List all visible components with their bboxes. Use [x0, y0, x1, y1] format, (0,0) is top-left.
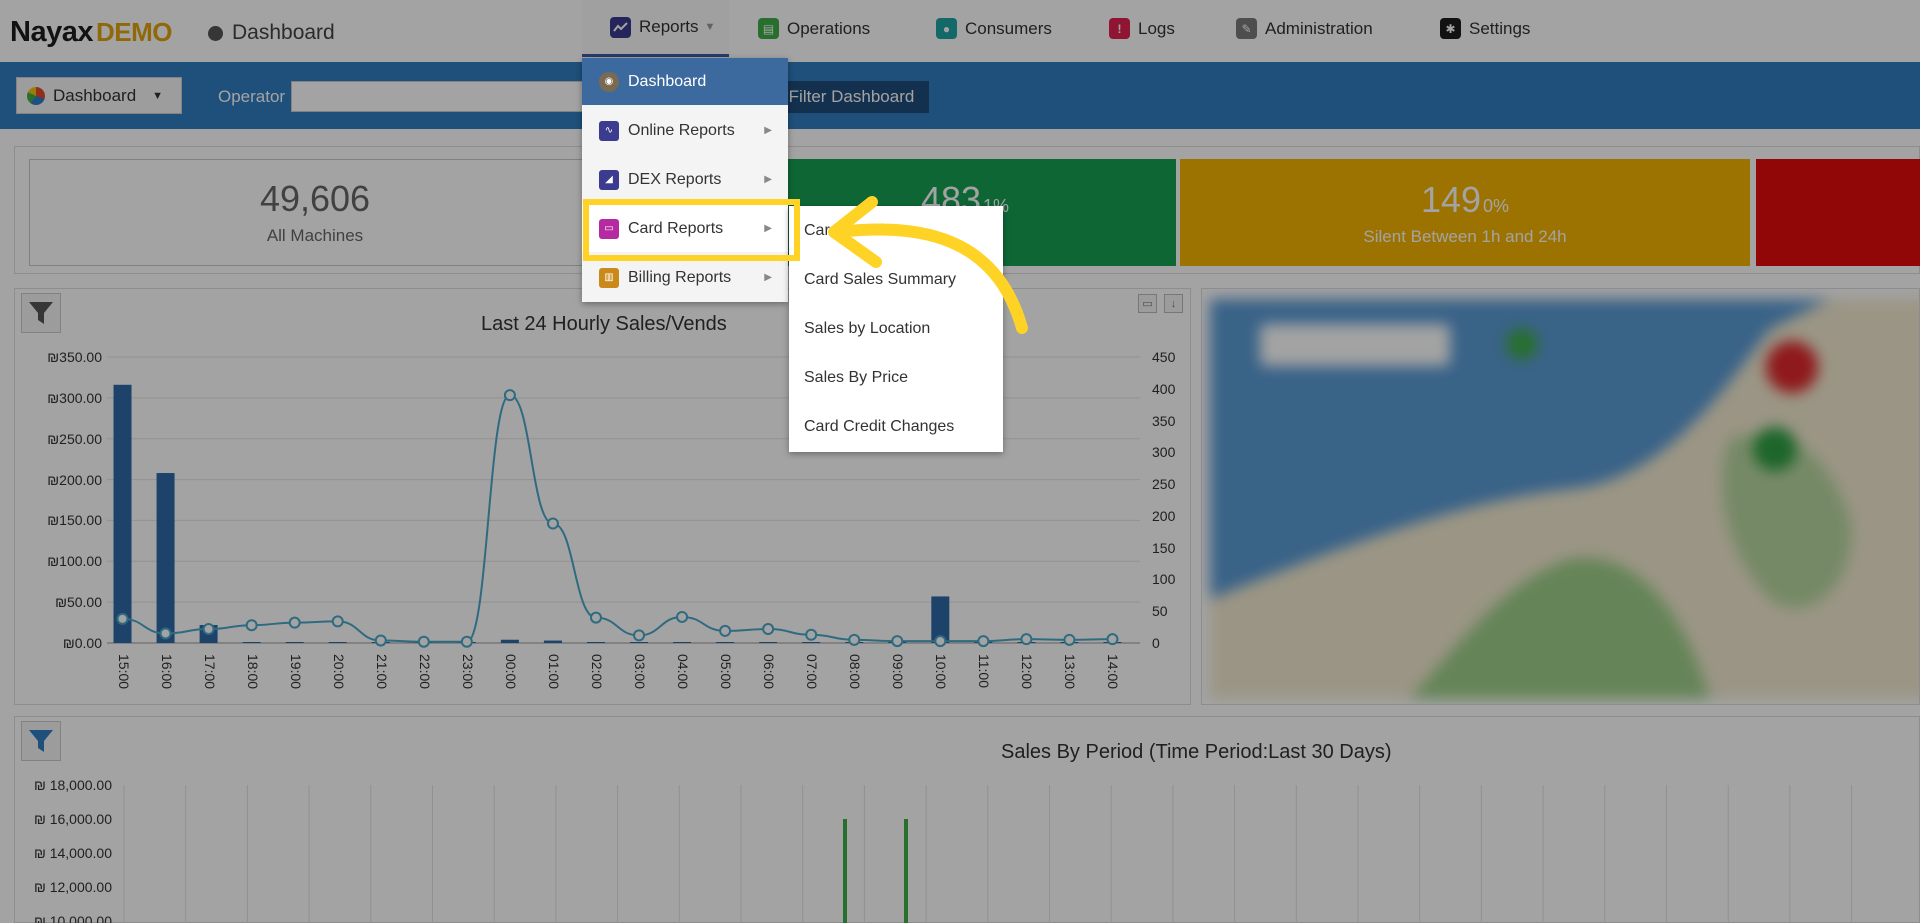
billing-icon: ▥	[599, 267, 619, 288]
menu-item-online-reports-label: Online Reports	[628, 121, 735, 139]
menu-item-dashboard-label: Dashboard	[628, 72, 707, 90]
tutorial-arrow-icon	[828, 196, 1028, 334]
menu-item-billing-reports[interactable]: ▥ Billing Reports ▶	[582, 254, 788, 301]
menu-item-dex-reports[interactable]: ◢ DEX Reports ▶	[582, 156, 788, 203]
submenu-card-credit-changes[interactable]: Card Credit Changes	[804, 418, 954, 436]
menu-item-billing-reports-label: Billing Reports	[628, 268, 732, 286]
menu-item-online-reports[interactable]: ∿ Online Reports ▶	[582, 107, 788, 154]
tutorial-highlight-box	[583, 199, 800, 261]
dashboard-icon: ◉	[599, 71, 619, 92]
menu-item-dashboard[interactable]: ◉ Dashboard	[582, 58, 788, 105]
chevron-right-icon: ▶	[764, 174, 772, 185]
tutorial-dim-overlay	[0, 0, 1920, 923]
reports-dropdown-menu: ◉ Dashboard ∿ Online Reports ▶ ◢ DEX Rep…	[582, 58, 788, 302]
submenu-sales-by-price[interactable]: Sales By Price	[804, 369, 908, 387]
chevron-right-icon: ▶	[764, 125, 772, 136]
dex-reports-icon: ◢	[599, 169, 619, 190]
menu-item-dex-reports-label: DEX Reports	[628, 170, 722, 188]
chevron-right-icon: ▶	[764, 272, 772, 283]
online-reports-icon: ∿	[599, 120, 619, 141]
